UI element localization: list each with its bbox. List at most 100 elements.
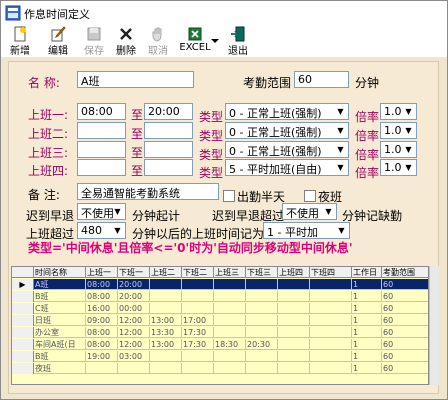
shift1-type-select[interactable]: 0 - 正常上班(强制) ▼: [225, 103, 349, 120]
table-cell[interactable]: [246, 291, 278, 302]
row-indicator[interactable]: [12, 303, 34, 314]
overtime-type-select[interactable]: 1 - 平时加 ▼: [263, 222, 350, 239]
remark-input[interactable]: 全易通智能考勤系统: [77, 183, 219, 200]
table-cell[interactable]: 08:00: [86, 339, 118, 350]
table-scrollbar[interactable]: [429, 266, 439, 385]
table-cell[interactable]: 60: [382, 279, 428, 290]
exit-button[interactable]: 退出: [223, 25, 253, 57]
new-button[interactable]: 新增: [5, 25, 35, 57]
table-cell[interactable]: 08:00: [86, 291, 118, 302]
table-cell[interactable]: [214, 303, 246, 314]
table-cell[interactable]: [278, 291, 310, 302]
table-cell[interactable]: 1: [352, 363, 382, 374]
table-cell[interactable]: 1: [352, 327, 382, 338]
row-indicator[interactable]: [12, 327, 34, 338]
table-cell[interactable]: 60: [382, 351, 428, 362]
shift3-start-input[interactable]: [77, 141, 126, 158]
table-cell[interactable]: [246, 303, 278, 314]
row-indicator[interactable]: [12, 351, 34, 362]
row-indicator[interactable]: [12, 315, 34, 326]
overtime-select[interactable]: 480 ▼: [77, 222, 126, 239]
table-cell[interactable]: [150, 291, 182, 302]
save-button[interactable]: 保存: [79, 25, 109, 57]
col-header[interactable]: 上班一: [86, 267, 118, 278]
table-cell[interactable]: 13:30: [150, 327, 182, 338]
table-cell[interactable]: 60: [382, 339, 428, 350]
table-cell[interactable]: [246, 363, 278, 374]
table-cell[interactable]: 60: [382, 363, 428, 374]
table-cell[interactable]: [278, 279, 310, 290]
halfday-checkbox[interactable]: [223, 190, 235, 202]
table-cell[interactable]: 13:00: [150, 315, 182, 326]
table-cell[interactable]: 13:00: [150, 339, 182, 350]
table-cell[interactable]: [278, 327, 310, 338]
shift1-start-input[interactable]: 08:00: [77, 103, 126, 120]
table-cell[interactable]: [310, 327, 352, 338]
col-header[interactable]: 上班三: [214, 267, 246, 278]
rate2-select[interactable]: 1.0 ▼: [380, 122, 417, 139]
table-cell[interactable]: [246, 315, 278, 326]
table-cell[interactable]: 日班: [34, 315, 86, 326]
col-header[interactable]: 下班二: [182, 267, 214, 278]
table-cell[interactable]: [182, 351, 214, 362]
table-cell[interactable]: [310, 363, 352, 374]
table-cell[interactable]: 1: [352, 303, 382, 314]
shift2-start-input[interactable]: [77, 122, 126, 139]
table-cell[interactable]: [310, 339, 352, 350]
table-cell[interactable]: [246, 279, 278, 290]
shift2-type-select[interactable]: 0 - 正常上班(强制) ▼: [225, 122, 349, 139]
name-input[interactable]: A班: [77, 71, 194, 88]
table-cell[interactable]: 夜班: [34, 363, 86, 374]
table-cell[interactable]: [150, 351, 182, 362]
rate4-select[interactable]: 1.0 ▼: [380, 159, 417, 176]
table-cell[interactable]: [278, 351, 310, 362]
table-cell[interactable]: [310, 291, 352, 302]
table-cell[interactable]: [214, 279, 246, 290]
table-cell[interactable]: 09:00: [86, 315, 118, 326]
shift4-end-input[interactable]: [144, 159, 193, 176]
night-checkbox[interactable]: [304, 190, 316, 202]
table-cell[interactable]: 60: [382, 327, 428, 338]
table-cell[interactable]: [278, 315, 310, 326]
table-cell[interactable]: 18:30: [214, 339, 246, 350]
col-header[interactable]: 下班四: [310, 267, 352, 278]
table-cell[interactable]: 20:30: [246, 339, 278, 350]
table-cell[interactable]: C班: [34, 303, 86, 314]
delete-button[interactable]: 删除: [111, 25, 141, 57]
table-cell[interactable]: 1: [352, 351, 382, 362]
table-cell[interactable]: 1: [352, 279, 382, 290]
table-cell[interactable]: 1: [352, 291, 382, 302]
table-cell[interactable]: [214, 291, 246, 302]
table-cell[interactable]: 12:00: [118, 315, 150, 326]
table-cell[interactable]: [182, 291, 214, 302]
table-cell[interactable]: [214, 315, 246, 326]
col-header[interactable]: 下班三: [246, 267, 278, 278]
table-cell[interactable]: 16:00: [86, 303, 118, 314]
table-cell[interactable]: [118, 363, 150, 374]
schedule-table[interactable]: 时间名称 上班一 下班一 上班二 下班二 上班三 下班三 上班四 下班四 工作日…: [11, 266, 429, 385]
shift4-type-select[interactable]: 5 - 平时加班(自由) ▼: [225, 159, 349, 176]
table-cell[interactable]: [278, 339, 310, 350]
table-cell[interactable]: [310, 303, 352, 314]
late-over-select[interactable]: 不使用 ▼: [282, 203, 337, 220]
col-header[interactable]: 工作日: [352, 267, 382, 278]
table-row[interactable]: 夜班 1 60: [12, 363, 428, 374]
table-cell[interactable]: 60: [382, 291, 428, 302]
table-cell[interactable]: 车间A班(日: [34, 339, 86, 350]
row-indicator[interactable]: ▶: [12, 279, 34, 290]
table-cell[interactable]: [246, 351, 278, 362]
cancel-button[interactable]: 取消: [143, 25, 173, 57]
table-cell[interactable]: 17:30: [182, 327, 214, 338]
table-cell[interactable]: [246, 327, 278, 338]
table-cell[interactable]: 00:00: [118, 303, 150, 314]
range-input[interactable]: 60: [294, 71, 349, 88]
table-cell[interactable]: [150, 363, 182, 374]
table-cell[interactable]: [182, 303, 214, 314]
table-cell[interactable]: 08:00: [86, 327, 118, 338]
table-cell[interactable]: 19:00: [86, 351, 118, 362]
table-cell[interactable]: [310, 315, 352, 326]
col-header[interactable]: 上班二: [150, 267, 182, 278]
table-cell[interactable]: [278, 303, 310, 314]
shift2-end-input[interactable]: [144, 122, 193, 139]
table-cell[interactable]: [86, 363, 118, 374]
